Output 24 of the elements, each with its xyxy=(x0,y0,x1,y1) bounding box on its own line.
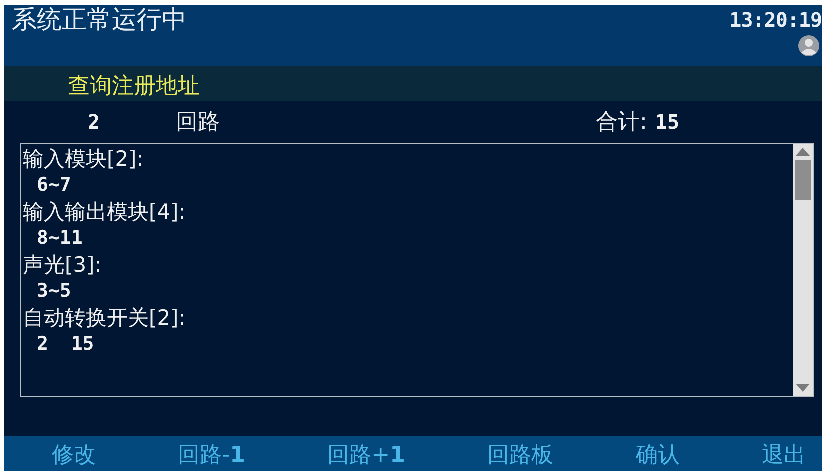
softkey-button[interactable]: 回路+1 xyxy=(328,441,406,471)
module-type: 输入模块[2]: xyxy=(23,146,145,173)
softkey-button[interactable]: 回路板 xyxy=(488,441,554,471)
address-range: 8~11 xyxy=(36,226,84,251)
clock-time: 13:20:19 xyxy=(730,7,822,34)
total-label: 合计: xyxy=(596,109,648,137)
address-range: 6~7 xyxy=(36,173,72,198)
module-type: 声光[3]: xyxy=(23,252,103,279)
scroll-thumb[interactable] xyxy=(795,160,811,200)
address-range: 3~5 xyxy=(36,279,72,304)
user-icon xyxy=(798,35,820,57)
module-type: 输入输出模块[4]: xyxy=(23,199,187,226)
status-title: 系统正常运行中 xyxy=(12,4,187,36)
scrollbar[interactable] xyxy=(793,144,813,396)
softkey-button[interactable]: 修改 xyxy=(52,441,96,471)
page-title: 查询注册地址 xyxy=(68,74,200,99)
loop-label: 回路 xyxy=(176,109,221,137)
address-range: 2 15 xyxy=(36,332,96,357)
total-count: 15 xyxy=(655,110,680,134)
softkey-button[interactable]: 回路-1 xyxy=(178,441,246,471)
loop-number: 2 xyxy=(88,110,102,134)
softkey-button[interactable]: 确认 xyxy=(636,441,680,471)
module-type: 自动转换开关[2]: xyxy=(23,305,187,332)
softkey-button[interactable]: 退出 xyxy=(762,441,806,471)
